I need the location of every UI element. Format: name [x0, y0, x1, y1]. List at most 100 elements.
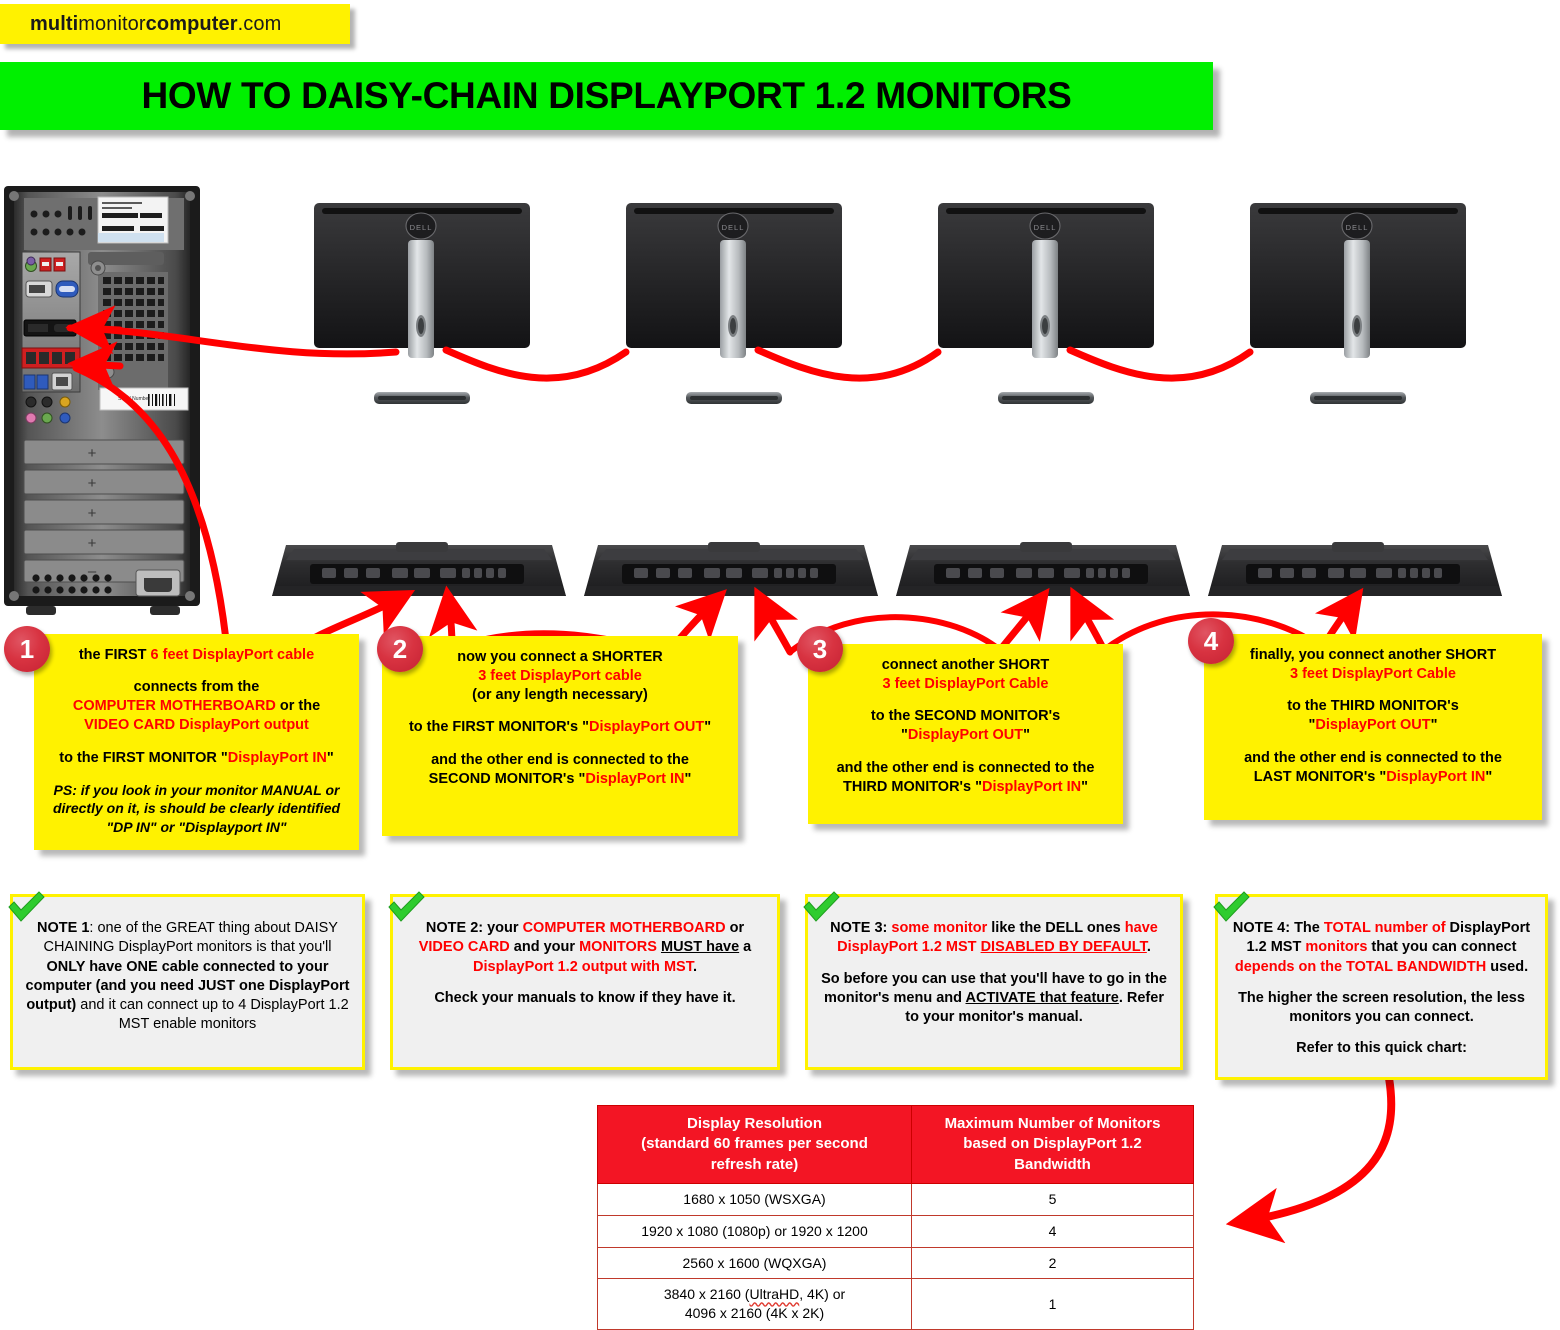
step-callout-4: finally, you connect another SHORT 3 feet…	[1204, 634, 1542, 820]
step-text-segment: VIDEO CARD DisplayPort output	[84, 717, 309, 734]
arrow-to-pc-usb-row	[67, 341, 124, 391]
note-text-segment: DISABLED BY DEFAULT	[980, 939, 1147, 956]
step-text-segment: COMPUTER MOTHERBOARD	[72, 698, 276, 715]
arrow-monitor3-dp-in	[996, 587, 1050, 654]
step-paragraph: and the other end is connected to the SEC…	[392, 751, 728, 789]
note-text-segment: used.	[1486, 958, 1529, 975]
step-ps-note: PS: if you look in your monitor MANUAL o…	[52, 781, 341, 835]
monitor-2-rear: DELL	[626, 203, 842, 404]
note-text-segment: VIDEO CARD	[418, 939, 510, 956]
step-text-segment: and the other end is connected to the	[1244, 749, 1502, 766]
checkmark-icon-2	[388, 891, 425, 922]
svg-text:+: +	[88, 475, 97, 492]
monitor-1-ports	[272, 542, 566, 596]
step-text-segment: and the other end is connected to the	[431, 751, 689, 768]
note-text-segment: and your	[509, 939, 580, 956]
step-text-segment: and the other end is connected to the	[836, 759, 1095, 776]
note-text-segment: a	[739, 939, 752, 956]
step-text-segment: DisplayPort OUT	[907, 727, 1024, 744]
note-text-segment: MUST have	[660, 939, 740, 956]
step-text-segment: THIRD MONITOR's "	[843, 778, 982, 795]
step-text-segment: now you connect a SHORTER	[457, 649, 663, 665]
step-paragraph: finally, you connect another SHORT 3 feet…	[1214, 646, 1532, 684]
cable-pc-to-monitor1	[66, 324, 400, 358]
checkmark-icon-3	[803, 891, 840, 922]
step-text-segment: DisplayPort IN	[227, 749, 327, 766]
step-paragraph: connect another SHORT 3 feet DisplayPort …	[818, 656, 1113, 694]
note-text-segment: ACTIVATE that feature	[965, 989, 1119, 1006]
step-text-segment: to the THIRD MONITOR's	[1287, 698, 1459, 715]
note-4-box: NOTE 4: The TOTAL number of DisplayPort …	[1215, 894, 1548, 1080]
table-row: 3840 x 2160 (UltraHD, 4K) or 4096 x 2160 …	[597, 1278, 1194, 1330]
step-text-segment: (or any length necessary)	[472, 687, 648, 704]
step-text-segment: the FIRST	[78, 647, 151, 663]
step-text-segment: "	[704, 719, 712, 736]
step-text-segment: 3 feet DisplayPort Cable	[882, 676, 1049, 693]
arrow-note4-to-table	[1225, 1074, 1396, 1244]
step-text-segment: to the FIRST MONITOR "	[59, 749, 228, 766]
note-text-segment: MONITORS	[579, 939, 657, 956]
step-text-segment: "	[901, 727, 908, 744]
svg-text:–: –	[88, 563, 97, 580]
note-1-box: NOTE 1: one of the GREAT thing about DAI…	[10, 894, 365, 1070]
step-callout-2: now you connect a SHORTER 3 feet DisplayP…	[382, 636, 738, 836]
note-text-segment: COMPUTER MOTHERBOARD	[522, 920, 726, 936]
brand-strong: computer	[145, 12, 238, 35]
cell-max-monitors: 1	[911, 1278, 1194, 1330]
step-text-segment: connect another SHORT	[881, 657, 1050, 673]
step-text-segment: LAST MONITOR's "	[1253, 768, 1387, 785]
arrow-monitor3-dp-out	[1070, 586, 1115, 654]
cell-max-monitors: 5	[911, 1182, 1194, 1216]
note-paragraph: Check your manuals to know if they have …	[405, 989, 765, 1008]
note-paragraph: NOTE 2: your COMPUTER MOTHERBOARD or VID…	[405, 919, 765, 977]
monitor-2-ports	[584, 542, 878, 596]
step-callout-1: the FIRST 6 feet DisplayPort cable connec…	[34, 634, 359, 850]
step-paragraph: now you connect a SHORTER 3 feet DisplayP…	[392, 648, 728, 705]
step-number-1: 1	[4, 626, 50, 672]
step-text-segment: SECOND MONITOR's "	[428, 770, 586, 787]
table-row: 1920 x 1080 (1080p) or 1920 x 1200 4	[597, 1214, 1194, 1248]
cell-resolution: 1920 x 1080 (1080p) or 1920 x 1200	[597, 1214, 912, 1248]
note-paragraph: NOTE 4: The TOTAL number of DisplayPort …	[1230, 919, 1533, 977]
note-text-segment: .	[692, 958, 697, 975]
note-2-box: NOTE 2: your COMPUTER MOTHERBOARD or VID…	[390, 894, 780, 1070]
step-text-segment: connects from the	[133, 679, 260, 696]
svg-text:+: +	[88, 535, 97, 552]
cable-monitor2-to-monitor3	[754, 346, 942, 382]
note-text-segment: that you can connect	[1367, 939, 1517, 956]
brand-prefix: multi	[30, 12, 79, 35]
step-paragraph: to the SECOND MONITOR's "DisplayPort OUT"	[818, 707, 1113, 745]
note-text-segment: Refer to this quick chart:	[1296, 1040, 1467, 1057]
svg-text:DELL: DELL	[1346, 223, 1369, 232]
note-text-segment: depends on the TOTAL BANDWIDTH	[1234, 958, 1487, 975]
note-text-segment: like the DELL ones	[987, 920, 1125, 936]
column-header-display-resolution: Display Resolution (standard 60 frames pe…	[597, 1105, 912, 1184]
step-text-segment: DisplayPort IN	[1386, 768, 1486, 785]
note-paragraph: NOTE 3: some monitor like the DELL ones …	[820, 919, 1168, 958]
step-text-segment: 3 feet DisplayPort Cable	[1290, 666, 1456, 683]
step-text-segment: to the SECOND MONITOR's	[870, 708, 1061, 725]
table-header-row: Display Resolution (standard 60 frames pe…	[597, 1105, 1194, 1184]
step-text-segment: to the FIRST MONITOR's "	[408, 719, 589, 736]
step-number-2: 2	[377, 626, 423, 672]
step-text-segment: DisplayPort IN	[585, 770, 685, 787]
step-paragraph: to the FIRST MONITOR's "DisplayPort OUT"	[392, 718, 728, 737]
arrow-monitor2-dp-out	[754, 586, 799, 656]
step-number-3: 3	[797, 626, 843, 672]
svg-text:DELL: DELL	[410, 223, 433, 232]
arrow-to-pc-dp-port	[65, 305, 124, 355]
checkmark-icon-4	[1213, 891, 1250, 922]
note-paragraph: NOTE 1: one of the GREAT thing about DAI…	[25, 919, 350, 1035]
cell-max-monitors: 2	[911, 1246, 1194, 1280]
note-text-segment: DisplayPort 1.2 output with MST	[473, 958, 693, 975]
note-paragraph: So before you can use that you'll have t…	[820, 970, 1168, 1028]
column-header-max-monitors: Maximum Number of Monitors based on Displ…	[911, 1105, 1194, 1184]
cable-monitor1-to-monitor2	[442, 346, 630, 382]
note-text-segment: or	[725, 920, 745, 936]
step-paragraph: to the FIRST MONITOR "DisplayPort IN"	[44, 749, 349, 768]
table-body: 1680 x 1050 (WSXGA) 5 1920 x 1080 (1080p) …	[597, 1182, 1194, 1330]
step-text-segment: "	[1485, 768, 1493, 785]
svg-text:+: +	[88, 505, 97, 522]
step-paragraph: connects from the COMPUTER MOTHERBOARD or…	[44, 678, 349, 735]
step-paragraph: and the other end is connected to the LAS…	[1214, 749, 1532, 787]
